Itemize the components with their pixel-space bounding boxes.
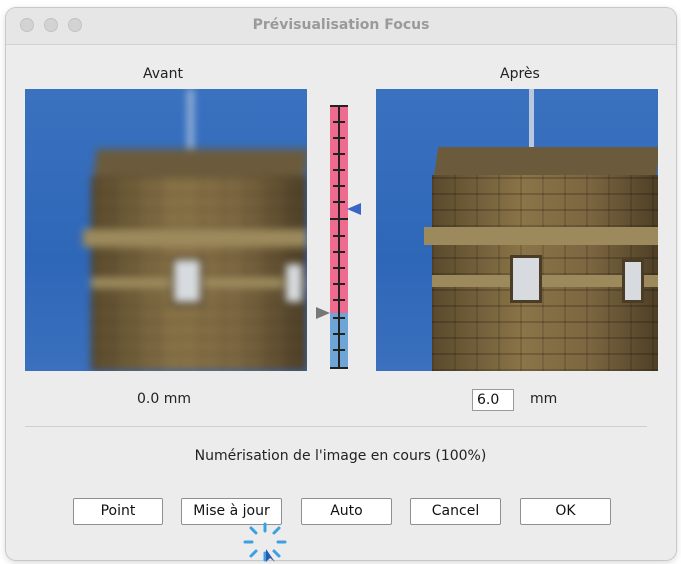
before-preview-image: [25, 89, 307, 371]
focus-scale[interactable]: [330, 105, 348, 369]
auto-button[interactable]: Auto: [301, 498, 392, 525]
scan-status: Numérisation de l'image en cours (100%): [194, 448, 487, 464]
point-button[interactable]: Point: [73, 498, 163, 525]
title-bar: Prévisualisation Focus: [6, 8, 676, 45]
window-title: Prévisualisation Focus: [252, 17, 430, 33]
divider: [25, 426, 647, 427]
before-focus-marker-icon: [316, 307, 330, 319]
after-value-input[interactable]: [472, 389, 514, 411]
busy-spinner-icon: [243, 522, 287, 562]
cancel-button[interactable]: Cancel: [410, 498, 501, 525]
before-label: Avant: [143, 66, 183, 82]
after-label: Après: [500, 66, 540, 82]
ok-button[interactable]: OK: [520, 498, 611, 525]
update-button[interactable]: Mise à jour: [181, 498, 282, 525]
after-focus-marker-icon[interactable]: [347, 203, 361, 215]
before-value: 0.0 mm: [137, 391, 191, 407]
after-unit-label: mm: [530, 391, 558, 407]
scale-axis: [338, 105, 340, 369]
after-preview-image: [376, 89, 658, 371]
